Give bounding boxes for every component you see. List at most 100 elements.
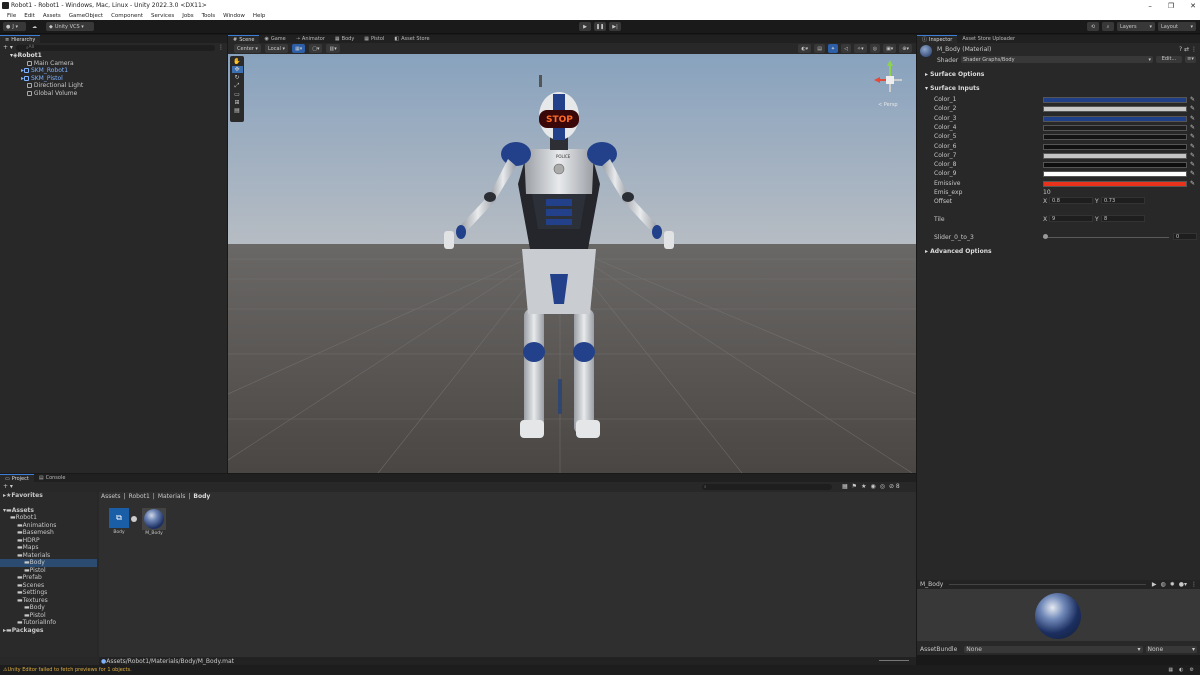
menu-assets[interactable]: Assets — [39, 13, 65, 19]
tile-x-field[interactable]: 9 — [1049, 215, 1093, 222]
project-folder-item[interactable]: ▬ TutorialInfo — [0, 619, 97, 627]
material-preview[interactable] — [917, 589, 1200, 641]
auto-generate-lighting-icon[interactable]: ▦ — [1168, 667, 1173, 673]
create-button[interactable]: + ▾ — [3, 483, 13, 490]
surface-inputs-foldout[interactable]: ▾ Surface Inputs — [925, 85, 980, 92]
icon-size-slider[interactable] — [879, 660, 909, 661]
add-button[interactable]: + ▾ — [3, 44, 13, 51]
color-swatch[interactable] — [1043, 134, 1187, 141]
close-button[interactable]: ✕ — [1190, 2, 1196, 10]
layers-dropdown[interactable]: Layers ▾ — [1117, 22, 1155, 31]
eyedropper-icon[interactable]: ✎ — [1190, 143, 1195, 150]
step-button[interactable]: ▶| — [609, 22, 621, 31]
color-swatch[interactable] — [1043, 97, 1187, 103]
expand-subassets-icon[interactable] — [131, 516, 137, 522]
status-message[interactable]: Unity Editor failed to fetch previews fo… — [7, 667, 131, 673]
menu-services[interactable]: Services — [147, 13, 178, 19]
tab-animator[interactable]: ⇢ Animator — [291, 35, 330, 43]
preview-mesh-icon[interactable]: ◍ — [1160, 581, 1165, 588]
tab-pistol[interactable]: ▦ Pistol — [359, 35, 389, 43]
inspector-header-icons[interactable]: ? ⇄ ⋮ — [1179, 46, 1197, 53]
history-button[interactable]: ⟲ — [1087, 22, 1099, 31]
audio-toggle-button[interactable]: ◁ — [841, 44, 851, 53]
assetbundle-dropdown[interactable]: None ▾ — [964, 645, 1143, 653]
tab-hierarchy[interactable]: ≡ Hierarchy — [0, 35, 41, 43]
project-folder-item[interactable]: ▬ Settings — [0, 589, 97, 597]
eyedropper-icon[interactable]: ✎ — [1190, 170, 1195, 177]
search-by-label-icon[interactable]: ⚑ — [852, 483, 857, 490]
hierarchy-item-main-camera[interactable]: Main Camera — [0, 60, 227, 68]
project-folder-item[interactable]: ▬ Body — [0, 559, 97, 567]
gizmos-dropdown[interactable]: ⊕▾ — [899, 44, 912, 53]
hierarchy-item-global-volume[interactable]: Global Volume — [0, 90, 227, 98]
asset-item-m-body[interactable]: M_Body — [141, 508, 167, 540]
project-folder-item[interactable]: ▬ Basemesh — [0, 529, 97, 537]
play-preview-icon[interactable]: ▶ — [1152, 581, 1157, 588]
hierarchy-search-input[interactable]: ⌕ All — [15, 44, 215, 51]
project-folder-item[interactable]: ▬ Pistol — [0, 612, 97, 620]
menu-help[interactable]: Help — [249, 13, 270, 19]
color-swatch[interactable] — [1043, 124, 1187, 131]
project-folder-item[interactable]: ▬ HDRP — [0, 537, 97, 545]
hand-tool-icon[interactable]: ✋ — [233, 58, 240, 65]
project-folder-item[interactable]: ▬ Pistol — [0, 567, 97, 575]
grid-plane-button[interactable]: ▥▾ — [326, 44, 340, 53]
layout-dropdown[interactable]: Layout ▾ — [1158, 22, 1196, 31]
slider-thumb[interactable] — [1043, 234, 1048, 239]
item-count-icon[interactable]: ⊘ 8 — [889, 483, 900, 490]
breadcrumb-body[interactable]: Body — [193, 493, 210, 500]
custom-tool-icon[interactable]: ▤ — [234, 107, 240, 114]
maximize-button[interactable]: ❐ — [1168, 2, 1174, 10]
pivot-center-dropdown[interactable]: Center ▾ — [234, 44, 261, 53]
preview-sphere-icon[interactable]: ●▾ — [1179, 581, 1187, 588]
asset-item-body[interactable]: ⧉ Body — [108, 508, 130, 540]
shader-dropdown[interactable]: Shader Graphs/Body ▾ — [961, 56, 1153, 63]
project-folder-item[interactable]: ▬ Maps — [0, 544, 97, 552]
search-button[interactable]: ⌕ — [1102, 22, 1114, 31]
surface-options-foldout[interactable]: ▸ Surface Options — [925, 71, 984, 78]
debug-mode-icon[interactable]: ⚙ — [1190, 667, 1194, 673]
advanced-options-foldout[interactable]: ▸ Advanced Options — [925, 248, 992, 255]
project-folder-item[interactable]: ▬ Prefab — [0, 574, 97, 582]
menu-jobs[interactable]: Jobs — [178, 13, 197, 19]
hierarchy-item-skm-pistol[interactable]: ▸ SKM_Pistol — [0, 75, 227, 83]
eyedropper-icon[interactable]: ✎ — [1190, 115, 1195, 122]
rect-tool-icon[interactable]: ▭ — [234, 91, 240, 98]
tab-game[interactable]: ◉ Game — [259, 35, 290, 43]
tab-console[interactable]: ▤ Console — [34, 474, 71, 482]
hierarchy-item-skm-robot1[interactable]: ▸ SKM_Robot1 — [0, 67, 227, 75]
color-swatch[interactable] — [1043, 180, 1187, 187]
eyedropper-icon[interactable]: ✎ — [1190, 180, 1195, 187]
offset-y-field[interactable]: 0.73 — [1101, 197, 1145, 204]
breadcrumb-assets[interactable]: Assets — [101, 493, 121, 500]
shader-edit-button[interactable]: Edit... — [1156, 56, 1182, 63]
menu-gameobject[interactable]: GameObject — [65, 13, 107, 19]
eyedropper-icon[interactable]: ✎ — [1190, 105, 1195, 112]
menu-file[interactable]: File — [3, 13, 20, 19]
packages-visibility-icon[interactable]: ◉ — [870, 483, 875, 490]
project-folder-item[interactable]: ▬ Animations — [0, 522, 97, 530]
project-search-input[interactable]: ⌕ — [702, 483, 832, 490]
project-folder-item[interactable]: ▬ Robot1 — [0, 514, 97, 522]
rotate-tool-icon[interactable]: ↻ — [234, 74, 239, 81]
color-swatch[interactable] — [1043, 143, 1187, 150]
vcs-button[interactable]: ◆ Unity VCS ▾ — [46, 22, 94, 31]
move-tool-icon[interactable]: ✥ — [231, 66, 243, 73]
color-swatch[interactable] — [1043, 162, 1187, 169]
lighting-toggle-button[interactable]: ✦ — [827, 44, 839, 53]
tab-scene[interactable]: # Scene — [228, 35, 260, 43]
slider-track[interactable] — [1043, 237, 1169, 238]
offset-x-field[interactable]: 0.8 — [1049, 197, 1093, 204]
eyedropper-icon[interactable]: ✎ — [1190, 96, 1195, 103]
tab-body[interactable]: ▦ Body — [330, 35, 359, 43]
hidden-objects-button[interactable]: ◎ — [869, 44, 881, 53]
eyedropper-icon[interactable]: ✎ — [1190, 152, 1195, 159]
cloud-icon[interactable]: ☁ — [29, 22, 42, 31]
project-folder-item[interactable]: ▬ Body — [0, 604, 97, 612]
tile-y-field[interactable]: 8 — [1101, 215, 1145, 222]
color-swatch[interactable] — [1043, 152, 1187, 159]
minimize-button[interactable]: – — [1148, 2, 1152, 10]
hierarchy-item-directional-light[interactable]: Directional Light — [0, 82, 227, 90]
favorites-folder[interactable]: ▸ ★ Favorites — [0, 492, 97, 500]
camera-settings-dropdown[interactable]: ▣▾ — [883, 44, 897, 53]
